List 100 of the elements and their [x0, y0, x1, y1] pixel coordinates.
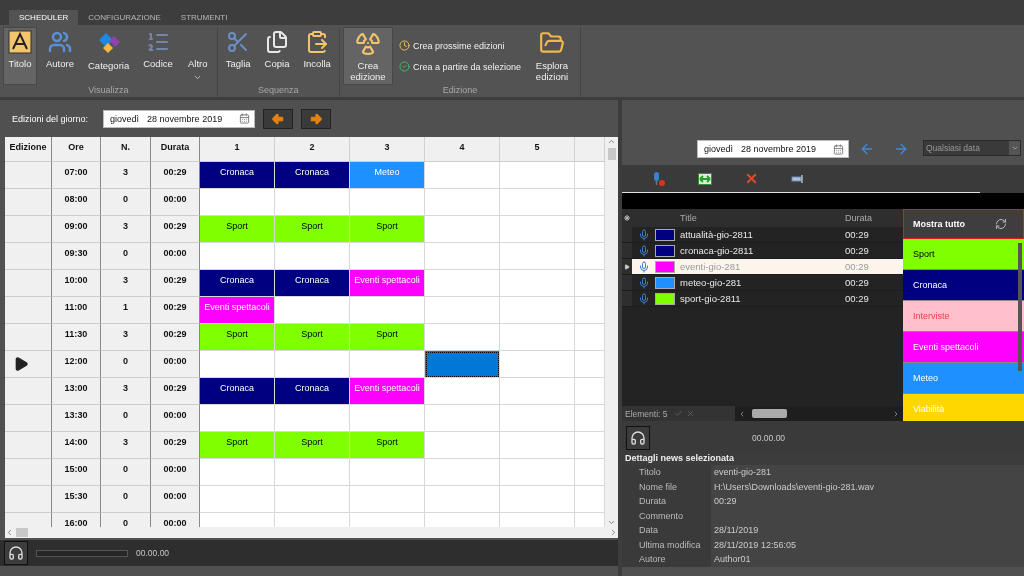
table-cell[interactable] [500, 351, 575, 378]
category-cell[interactable]: Sport [200, 216, 275, 243]
table-cell[interactable] [350, 297, 425, 324]
table-cell[interactable] [425, 216, 500, 243]
category-cell[interactable]: Sport [350, 216, 425, 243]
progress-track[interactable] [36, 549, 128, 557]
category-cell[interactable]: Cronaca [200, 378, 275, 405]
category-cell[interactable]: Sport [350, 432, 425, 459]
ribbon-button[interactable]: Autore [41, 27, 79, 85]
row-header[interactable] [5, 351, 52, 378]
scrollbar-thumb[interactable] [1018, 243, 1022, 371]
table-cell[interactable] [500, 378, 575, 405]
scroll-right-icon[interactable] [609, 528, 618, 537]
category-cell[interactable]: Sport [275, 324, 350, 351]
scrollbar-thumb[interactable] [751, 409, 787, 418]
news-row[interactable]: attualità-gio-2811 00:29 [622, 227, 903, 243]
show-all-button[interactable]: Mostra tutto [903, 209, 1024, 239]
ribbon-button[interactable]: Copia [259, 27, 295, 85]
table-cell[interactable] [500, 459, 575, 486]
horizontal-scrollbar[interactable] [734, 406, 903, 421]
ribbon-button[interactable]: Categoria [83, 27, 135, 85]
category-cell[interactable]: Cronaca [275, 270, 350, 297]
table-cell[interactable] [275, 459, 350, 486]
table-cell[interactable] [500, 270, 575, 297]
date-filter-dropdown[interactable]: Qualsiasi data [923, 140, 1021, 156]
table-cell[interactable] [425, 378, 500, 405]
news-row[interactable]: sport-gio-2811 00:29 [622, 291, 903, 307]
table-cell[interactable] [500, 324, 575, 351]
table-cell[interactable] [500, 243, 575, 270]
ribbon-button[interactable]: Crea a partire da selezione [396, 61, 523, 72]
ribbon-button[interactable]: Taglia [220, 27, 256, 85]
table-cell[interactable] [275, 297, 350, 324]
table-cell[interactable] [425, 297, 500, 324]
table-cell[interactable] [200, 459, 275, 486]
table-cell[interactable] [200, 189, 275, 216]
dropdown-button[interactable]: Altro [181, 27, 214, 85]
table-cell[interactable] [500, 486, 575, 513]
table-cell[interactable] [275, 351, 350, 378]
ribbon-button[interactable]: Incolla [298, 27, 336, 85]
scroll-left-icon[interactable] [5, 528, 14, 537]
table-cell[interactable] [275, 486, 350, 513]
table-cell[interactable] [350, 459, 425, 486]
table-cell[interactable] [350, 351, 425, 378]
ribbon-button[interactable]: Crea prossime edizioni [396, 40, 523, 51]
table-cell[interactable] [500, 432, 575, 459]
category-cell[interactable]: Cronaca [200, 270, 275, 297]
table-cell[interactable] [275, 405, 350, 432]
listen-button[interactable] [626, 426, 650, 450]
category-cell[interactable]: Cronaca [275, 162, 350, 189]
ribbon-tab[interactable]: STRUMENTI [170, 10, 238, 25]
ribbon-tab[interactable]: SCHEDULER [9, 10, 79, 25]
category-cell[interactable]: Sport [200, 432, 275, 459]
category-item[interactable]: Sport [903, 239, 1024, 270]
table-cell[interactable] [425, 243, 500, 270]
vertical-scrollbar[interactable] [605, 137, 618, 527]
table-cell[interactable] [350, 405, 425, 432]
table-cell[interactable] [425, 351, 500, 378]
scroll-right-icon[interactable] [892, 409, 900, 418]
table-cell[interactable] [350, 486, 425, 513]
category-item[interactable]: Cronaca [903, 270, 1024, 301]
scrollbar-thumb[interactable] [16, 528, 28, 537]
table-cell[interactable] [350, 189, 425, 216]
table-cell[interactable] [200, 486, 275, 513]
table-cell[interactable] [425, 189, 500, 216]
table-cell[interactable] [200, 243, 275, 270]
table-cell[interactable] [425, 162, 500, 189]
scrollbar-thumb[interactable] [607, 148, 616, 160]
scroll-up-icon[interactable] [607, 137, 616, 146]
table-cell[interactable] [425, 432, 500, 459]
previous-day-button[interactable] [263, 108, 294, 129]
table-cell[interactable] [500, 297, 575, 324]
table-cell[interactable] [425, 405, 500, 432]
ribbon-tab[interactable]: CONFIGURAZIONE [78, 10, 171, 25]
news-row[interactable]: meteo-gio-281 00:29 [622, 275, 903, 291]
ribbon-button[interactable]: Titolo [3, 27, 37, 85]
table-cell[interactable] [425, 270, 500, 297]
date-picker[interactable]: giovedì 28 novembre 2019 [697, 140, 849, 158]
category-cell[interactable]: Cronaca [200, 162, 275, 189]
table-cell[interactable] [500, 405, 575, 432]
next-day-button[interactable] [301, 108, 332, 129]
table-cell[interactable] [275, 189, 350, 216]
category-cell[interactable]: Sport [350, 324, 425, 351]
table-cell[interactable] [500, 162, 575, 189]
table-cell[interactable] [500, 216, 575, 243]
table-cell[interactable] [425, 459, 500, 486]
table-cell[interactable] [500, 189, 575, 216]
table-cell[interactable] [275, 243, 350, 270]
category-cell[interactable]: Sport [200, 324, 275, 351]
ribbon-button[interactable]: Codice [138, 27, 178, 85]
horizontal-scrollbar[interactable] [5, 527, 618, 538]
category-cell[interactable]: Sport [275, 432, 350, 459]
table-cell[interactable] [425, 324, 500, 351]
ribbon-button[interactable]: Crea edizione [342, 27, 393, 85]
scroll-down-icon[interactable] [607, 518, 616, 527]
ribbon-button[interactable]: Esplora edizioni [526, 27, 577, 85]
table-cell[interactable] [200, 405, 275, 432]
category-cell[interactable]: Sport [275, 216, 350, 243]
table-cell[interactable] [350, 243, 425, 270]
date-picker[interactable]: giovedì 28 novembre 2019 [103, 109, 256, 128]
listen-button[interactable] [4, 541, 28, 565]
